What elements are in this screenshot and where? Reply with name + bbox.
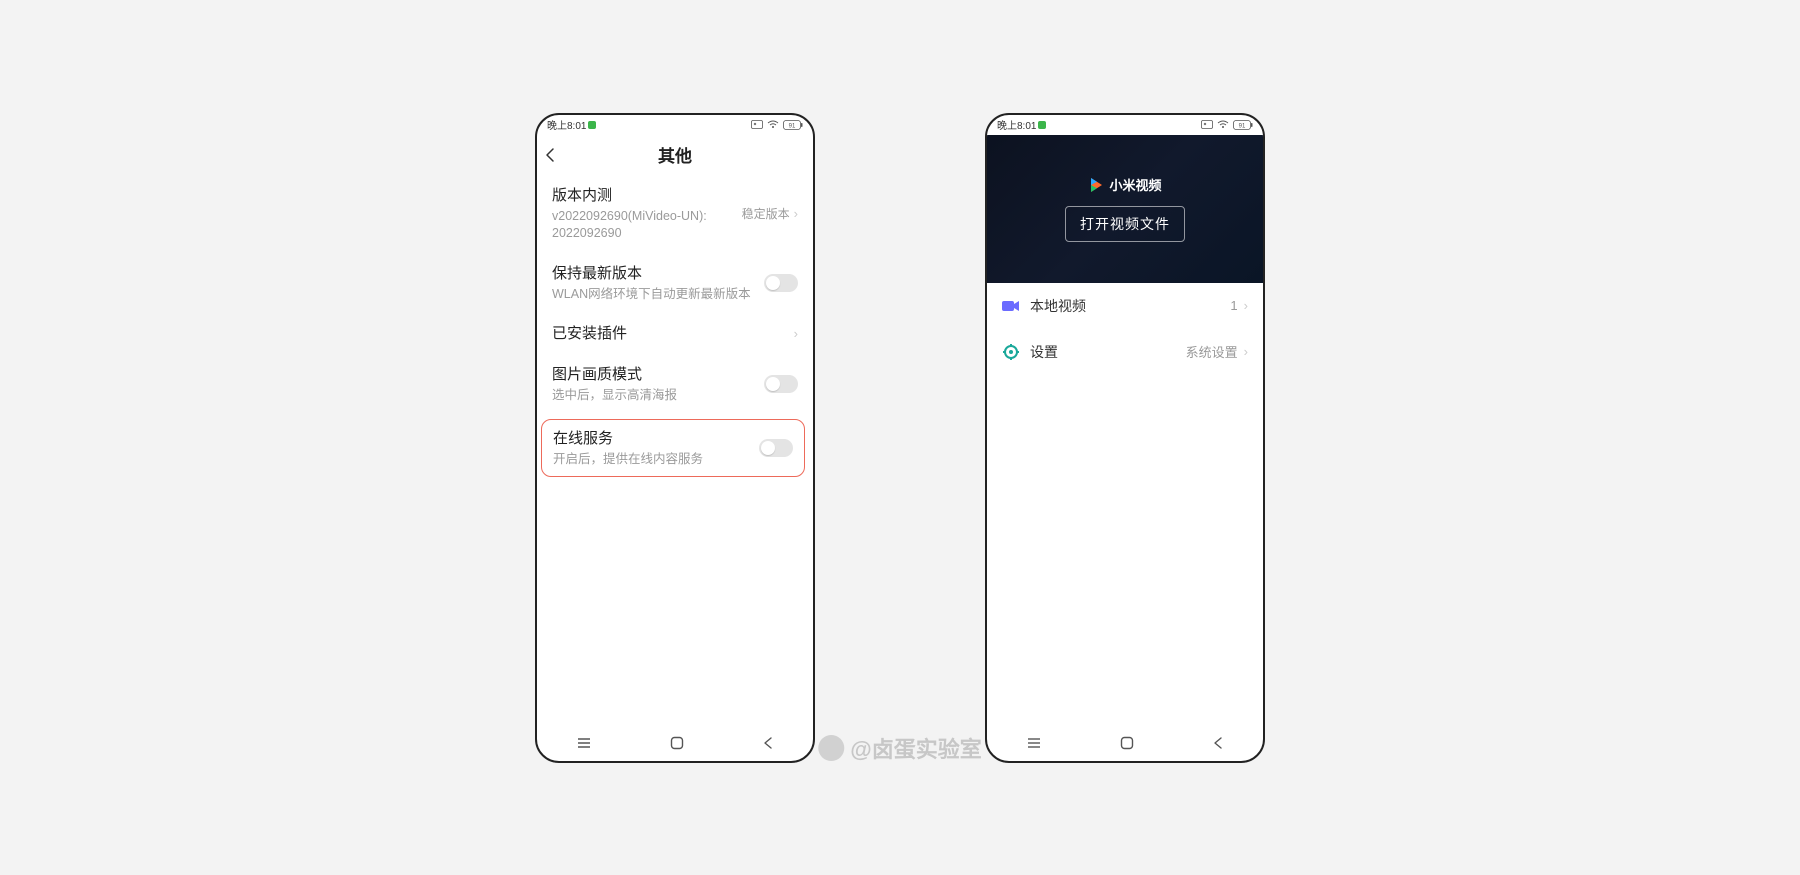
watermark-text: @卤蛋实验室	[850, 732, 981, 764]
svg-text:91: 91	[1239, 123, 1246, 129]
chevron-right-icon: ›	[794, 206, 798, 221]
online-service-toggle[interactable]	[759, 439, 793, 457]
page-title: 其他	[537, 142, 813, 167]
row-auto-update[interactable]: 保持最新版本 WLAN网络环境下自动更新最新版本	[537, 253, 813, 314]
status-time: 晚上8:01	[547, 117, 586, 132]
watermark: @卤蛋实验室	[818, 732, 981, 764]
row-version[interactable]: 版本内测 v2022092690(MiVideo-UN): 2022092690…	[537, 175, 813, 253]
status-indicator-icon	[588, 121, 596, 129]
row-auto-update-label: 保持最新版本	[552, 263, 764, 284]
chevron-right-icon: ›	[1244, 344, 1248, 359]
nav-recent-icon[interactable]	[577, 737, 591, 749]
open-video-file-button[interactable]: 打开视频文件	[1065, 206, 1185, 242]
wechat-icon	[818, 735, 844, 761]
status-bar: 晚上8:01 91	[987, 115, 1263, 135]
phone-settings-other: 晚上8:01 91 其他 版本内测 v2022092690(MiVideo-UN…	[535, 113, 815, 763]
row-auto-update-sub: WLAN网络环境下自动更新最新版本	[552, 286, 764, 304]
row-image-quality[interactable]: 图片画质模式 选中后，显示高清海报	[537, 354, 813, 415]
highlighted-online-service: 在线服务 开启后，提供在线内容服务	[541, 419, 805, 478]
row-online-service[interactable]: 在线服务 开启后，提供在线内容服务	[553, 428, 793, 469]
play-logo-icon	[1088, 177, 1104, 193]
row-plugins-label: 已安装插件	[552, 323, 794, 344]
mi-video-brand: 小米视频	[1088, 175, 1161, 194]
image-quality-toggle[interactable]	[764, 375, 798, 393]
phone-mi-video: 晚上8:01 91 小米视频 打开视	[985, 113, 1265, 763]
row-plugins[interactable]: 已安装插件 ›	[537, 313, 813, 354]
nav-back-icon[interactable]	[763, 736, 773, 750]
auto-update-toggle[interactable]	[764, 274, 798, 292]
brand-text: 小米视频	[1109, 175, 1161, 194]
row-version-label: 版本内测	[552, 185, 742, 206]
row-online-service-sub: 开启后，提供在线内容服务	[553, 451, 759, 469]
video-camera-icon	[1002, 299, 1020, 313]
battery-icon: 91	[783, 120, 803, 130]
card-icon	[751, 120, 763, 129]
nav-recent-icon[interactable]	[1027, 737, 1041, 749]
battery-icon: 91	[1233, 120, 1253, 130]
back-button[interactable]	[545, 147, 555, 163]
nav-back-icon[interactable]	[1213, 736, 1223, 750]
nav-home-icon[interactable]	[670, 736, 684, 750]
row-version-tag: 稳定版本	[742, 205, 790, 222]
row-settings-tag: 系统设置	[1186, 342, 1238, 361]
wifi-icon	[1217, 120, 1229, 129]
status-time: 晚上8:01	[997, 117, 1036, 132]
row-image-quality-label: 图片画质模式	[552, 364, 764, 385]
chevron-right-icon: ›	[1244, 298, 1248, 313]
row-local-video-count: 1	[1230, 298, 1237, 313]
svg-text:91: 91	[789, 123, 796, 129]
wifi-icon	[767, 120, 779, 129]
nav-home-icon[interactable]	[1120, 736, 1134, 750]
row-local-video-label: 本地视频	[1030, 296, 1086, 316]
hero-area: 小米视频 打开视频文件	[987, 135, 1263, 283]
row-local-video[interactable]: 本地视频 1 ›	[987, 283, 1263, 329]
row-online-service-label: 在线服务	[553, 428, 759, 449]
android-nav-bar	[537, 725, 813, 761]
status-bar: 晚上8:01 91	[537, 115, 813, 135]
status-indicator-icon	[1038, 121, 1046, 129]
row-version-sub: v2022092690(MiVideo-UN): 2022092690	[552, 208, 742, 243]
gear-icon	[1002, 345, 1020, 359]
card-icon	[1201, 120, 1213, 129]
row-image-quality-sub: 选中后，显示高清海报	[552, 387, 764, 405]
title-bar: 其他	[537, 135, 813, 175]
chevron-right-icon: ›	[794, 326, 798, 341]
row-settings-label: 设置	[1030, 342, 1058, 362]
row-settings[interactable]: 设置 系统设置 ›	[987, 329, 1263, 375]
android-nav-bar	[987, 725, 1263, 761]
